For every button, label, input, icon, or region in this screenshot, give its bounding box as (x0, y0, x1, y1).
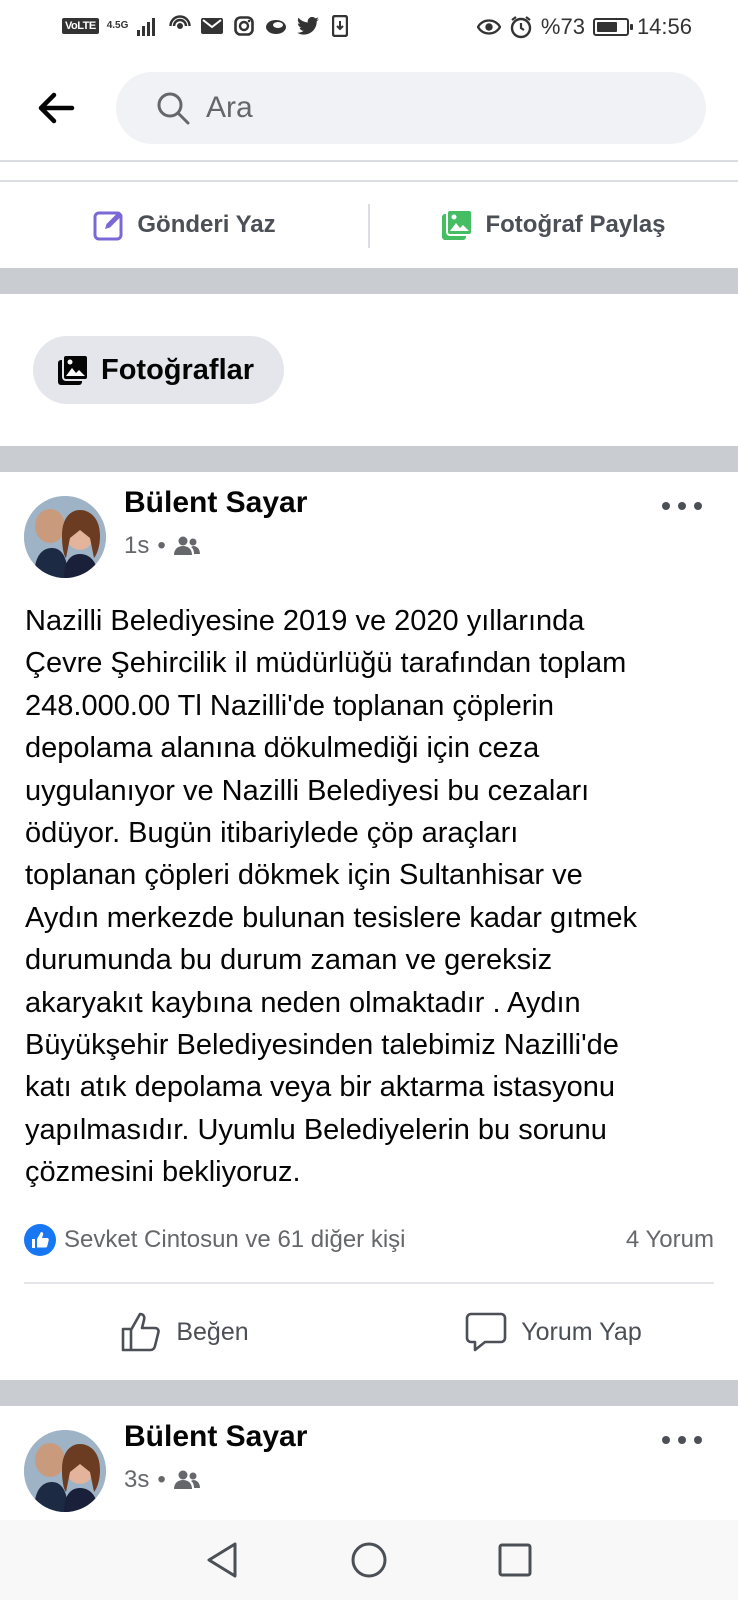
photo-icon (442, 209, 474, 240)
back-button[interactable] (36, 88, 76, 128)
avatar[interactable] (24, 496, 106, 578)
more-dot (678, 502, 686, 510)
like-reaction-icon (24, 1224, 56, 1256)
battery-fill (596, 22, 617, 32)
write-post-button[interactable]: Gönderi Yaz (0, 182, 369, 268)
section-separator (0, 1380, 738, 1406)
divider (0, 160, 738, 162)
cloud-app-icon (264, 14, 288, 38)
nav-recents-icon[interactable] (495, 1540, 535, 1580)
avatar[interactable] (24, 1430, 106, 1512)
post-options-button[interactable] (662, 498, 702, 514)
battery-icon (592, 18, 633, 36)
feed-post: Bülent Sayar 3s • (0, 1406, 738, 1520)
comment-button[interactable]: Yorum Yap (369, 1284, 738, 1380)
post-time[interactable]: 3s (124, 1466, 149, 1494)
instagram-icon (232, 14, 256, 38)
post-actions: Beğen Yorum Yap (0, 1284, 738, 1380)
share-photo-label: Fotoğraf Paylaş (485, 211, 666, 238)
meta-dot: • (157, 532, 166, 559)
post-meta: 1s • (124, 532, 200, 560)
alarm-icon (509, 15, 533, 39)
status-right: %73 14:56 (476, 14, 692, 40)
meta-dot: • (157, 1466, 166, 1493)
photos-icon (58, 354, 89, 385)
section-separator (0, 446, 738, 472)
volte-indicator: VoLTE (62, 18, 99, 34)
comment-label: Yorum Yap (521, 1317, 642, 1346)
feed-post: Bülent Sayar 1s • Nazilli Belediyesine 2… (0, 472, 738, 1380)
clock-time: 14:56 (636, 14, 692, 39)
composer-bar: Gönderi Yaz Fotoğraf Paylaş (0, 182, 738, 268)
mail-icon (200, 14, 224, 38)
post-meta: 3s • (124, 1466, 200, 1494)
network-type: 4.5G (106, 20, 129, 31)
friends-icon (173, 1470, 200, 1489)
compose-icon (93, 211, 123, 241)
back-arrow-icon (38, 92, 75, 124)
search-icon (157, 92, 190, 125)
status-left: VoLTE 4.5G (62, 14, 352, 38)
eye-comfort-icon (476, 15, 501, 39)
post-body: Nazilli Belediyesine 2019 ve 2020 yıllar… (25, 605, 638, 1189)
signal-icon (136, 14, 160, 38)
reactions-bar: Sevket Cintosun ve 61 diğer kişi 4 Yorum (24, 1220, 714, 1260)
search-header (0, 56, 738, 160)
photos-chip[interactable]: Fotoğraflar (33, 336, 285, 404)
author-name[interactable]: Bülent Sayar (124, 1420, 307, 1454)
profile-photo (24, 496, 106, 578)
search-bar[interactable] (116, 72, 706, 144)
more-dot (694, 502, 702, 510)
battery-percent: %73 (540, 14, 585, 39)
author-name[interactable]: Bülent Sayar (124, 486, 307, 520)
share-photo-button[interactable]: Fotoğraf Paylaş (369, 182, 738, 268)
nav-home-icon[interactable] (349, 1540, 389, 1580)
post-options-button[interactable] (662, 1432, 702, 1448)
photos-section: Fotoğraflar (0, 294, 738, 446)
comment-count[interactable]: 4 Yorum (626, 1226, 714, 1254)
nav-back-icon[interactable] (203, 1540, 243, 1580)
search-input[interactable] (206, 91, 666, 125)
thumbs-up-icon (122, 1312, 161, 1352)
like-label: Beğen (176, 1317, 249, 1346)
section-separator (0, 268, 738, 294)
more-dot (662, 1436, 670, 1444)
reaction-names: Sevket Cintosun ve 61 diğer kişi (64, 1226, 406, 1253)
composer-divider (368, 204, 370, 248)
more-dot (694, 1436, 702, 1444)
reaction-summary[interactable]: Sevket Cintosun ve 61 diğer kişi (24, 1224, 406, 1256)
profile-photo (24, 1430, 106, 1512)
download-icon (328, 14, 352, 38)
like-button[interactable]: Beğen (0, 1284, 369, 1380)
friends-icon (173, 536, 200, 555)
hotspot-icon (168, 14, 192, 38)
system-nav-bar (0, 1520, 738, 1600)
write-post-label: Gönderi Yaz (137, 211, 276, 238)
more-dot (678, 1436, 686, 1444)
photos-chip-label: Fotoğraflar (101, 353, 255, 386)
comment-icon (465, 1312, 507, 1352)
twitter-icon (296, 14, 320, 38)
more-dot (662, 502, 670, 510)
post-time[interactable]: 1s (124, 532, 149, 560)
status-bar: VoLTE 4.5G %73 14:56 (0, 0, 738, 56)
